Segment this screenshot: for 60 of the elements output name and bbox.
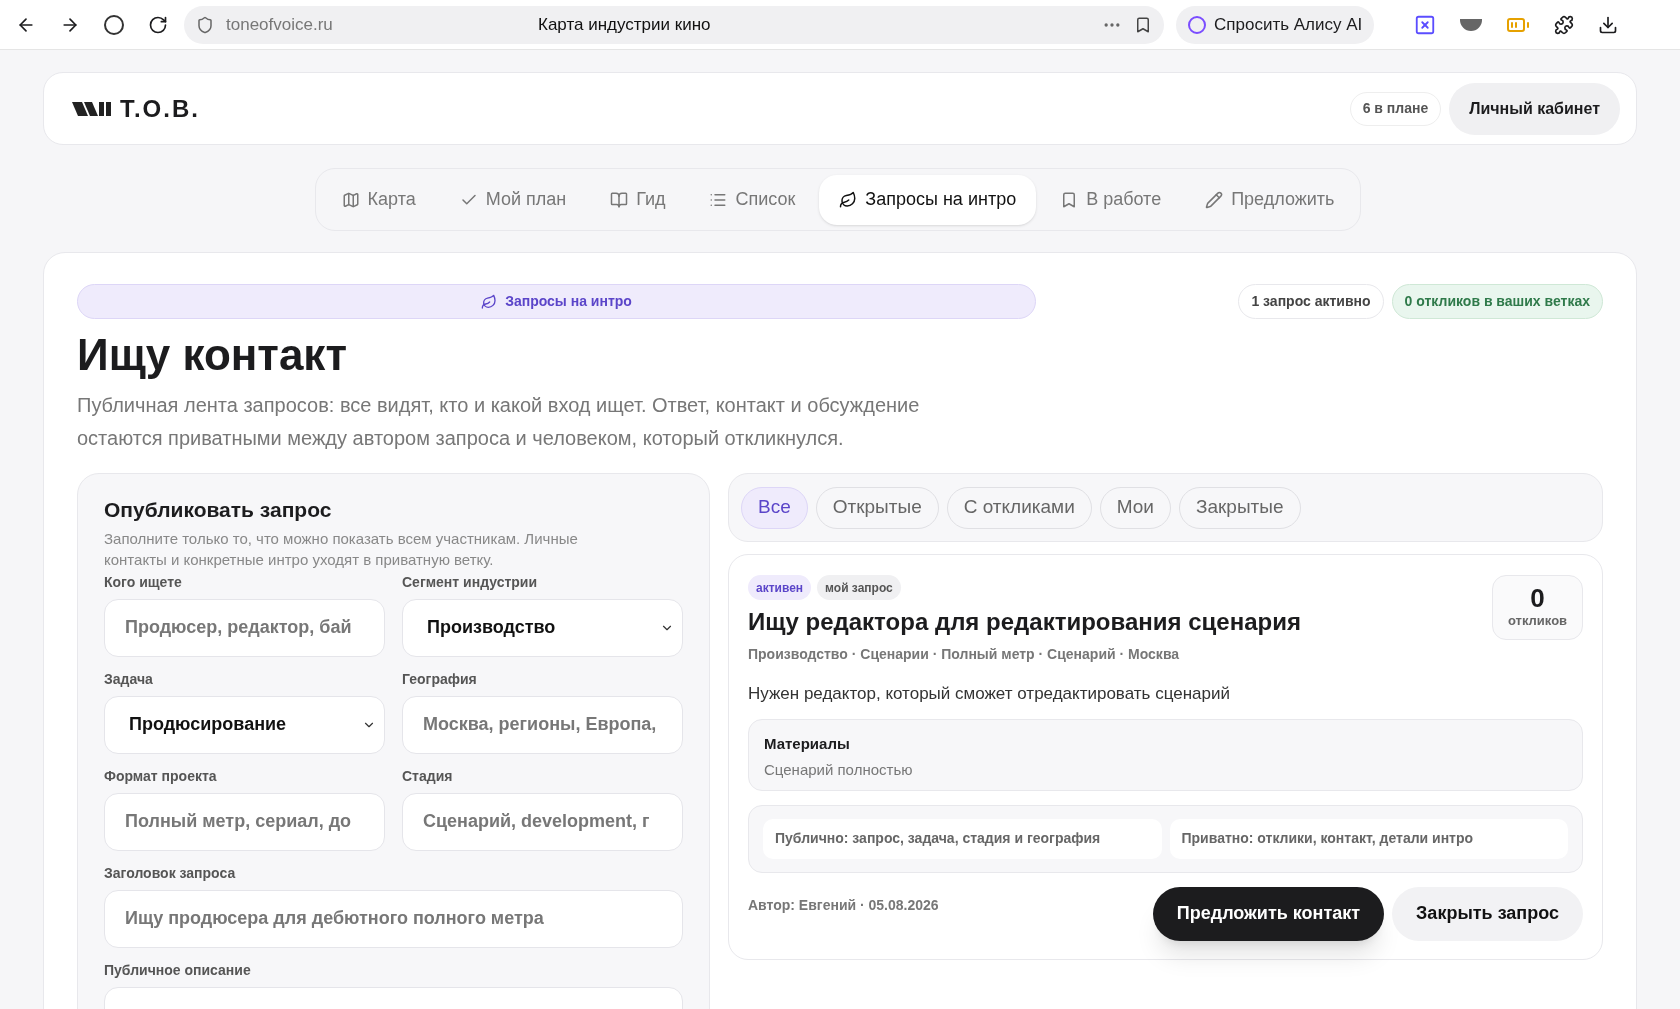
close-request-button[interactable]: Закрыть запрос — [1392, 886, 1583, 941]
input-field[interactable]: Сценарий, development, г — [402, 792, 683, 851]
responses-count: 0 — [1530, 584, 1545, 611]
field-label: Сегмент индустрии — [402, 572, 539, 592]
bookmark-icon[interactable] — [1134, 15, 1152, 34]
leaf-icon — [839, 190, 858, 209]
form-title: Опубликовать запрос — [104, 497, 333, 523]
select-field[interactable]: Продюсирование — [104, 695, 385, 754]
shield-icon — [196, 15, 214, 34]
field-label: Стадия — [402, 766, 454, 786]
logo-text: Т.О.В. — [120, 93, 200, 124]
input-field[interactable]: Продюсер, редактор, бай — [104, 598, 385, 657]
filter-chip[interactable]: Все — [741, 486, 808, 529]
suggest-contact-button[interactable]: Предложить контакт — [1152, 886, 1385, 941]
field-label: Заголовок запроса — [104, 863, 237, 883]
stat-badge: 0 откликов в ваших ветках — [1391, 284, 1603, 319]
tag: мой запрос — [817, 575, 901, 600]
form-description: Заполните только то, что можно показать всем участникам. Личные контакты и конкретные интро уходят в приватную ветку. — [104, 528, 579, 570]
address-bar[interactable]: toneofvoice.ru Карта индустрии кино — [184, 5, 1164, 44]
privacy-note: Публично: запрос, задача, стадия и география — [763, 818, 1162, 859]
select-field[interactable]: Производство — [402, 598, 683, 657]
nav-tab[interactable]: Мой план — [439, 174, 587, 225]
leaf-icon — [481, 293, 498, 310]
reload-icon[interactable] — [148, 14, 168, 35]
field-label: Формат проекта — [104, 766, 218, 786]
materials-text: Сценарий полностью — [764, 760, 914, 780]
url-text: toneofvoice.ru — [226, 13, 334, 36]
nav-tab[interactable]: Запросы на интро — [819, 174, 1037, 225]
nav-tab[interactable]: Предложить — [1185, 174, 1355, 225]
request-meta: Производство · Сценарии · Полный метр · Сценарий · Москва — [748, 645, 1181, 664]
field-label: Задача — [104, 669, 154, 689]
account-button[interactable]: Личный кабинет — [1449, 82, 1620, 135]
input-field[interactable]: Москва, регионы, Европа, — [402, 695, 683, 754]
page-title: Ищу контакт — [77, 329, 348, 381]
request-description: Нужен редактор, который сможет отредактировать сценарий — [748, 683, 1231, 705]
author-info: Автор: Евгений · 05.08.2026 — [748, 895, 940, 915]
section-badge: Запросы на интро — [77, 284, 1036, 319]
materials-title: Материалы — [764, 733, 851, 754]
input-field[interactable]: Полный метр, сериал, до — [104, 792, 385, 851]
request-title: Ищу редактора для редактирования сценария — [748, 607, 1302, 637]
field-label: Кого ищете — [104, 572, 183, 592]
pencil-icon — [1205, 190, 1224, 209]
responses-label: откликов — [1507, 611, 1568, 630]
map-icon — [341, 190, 360, 209]
nav-tab[interactable]: Список — [689, 174, 816, 225]
nav-tab[interactable]: Карта — [321, 174, 436, 225]
page-description: Публичная лента запросов: все видят, кто и какой вход ищет. Ответ, контакт и обсуждение остаются приватными между автором запроса и человеком, который откликнулся. — [77, 393, 921, 451]
field-label: География — [402, 669, 478, 689]
book-icon — [610, 190, 629, 209]
close-square-icon[interactable] — [1414, 13, 1437, 36]
privacy-note: Приватно: отклики, контакт, детали интро — [1169, 818, 1568, 859]
tag: активен — [748, 575, 812, 600]
page-title: Карта индустрии кино — [538, 13, 712, 36]
nav-tab[interactable]: В работе — [1040, 174, 1182, 225]
ask-assistant-button[interactable]: Спросить Алису AI — [1176, 5, 1375, 44]
nav-tab[interactable]: Гид — [590, 174, 686, 225]
input-field[interactable]: Ищу продюсера для дебютного полного метра — [104, 889, 683, 948]
field-label: Публичное описание — [104, 960, 252, 980]
puzzle-icon[interactable] — [1554, 14, 1575, 35]
download-icon[interactable] — [1598, 14, 1619, 35]
